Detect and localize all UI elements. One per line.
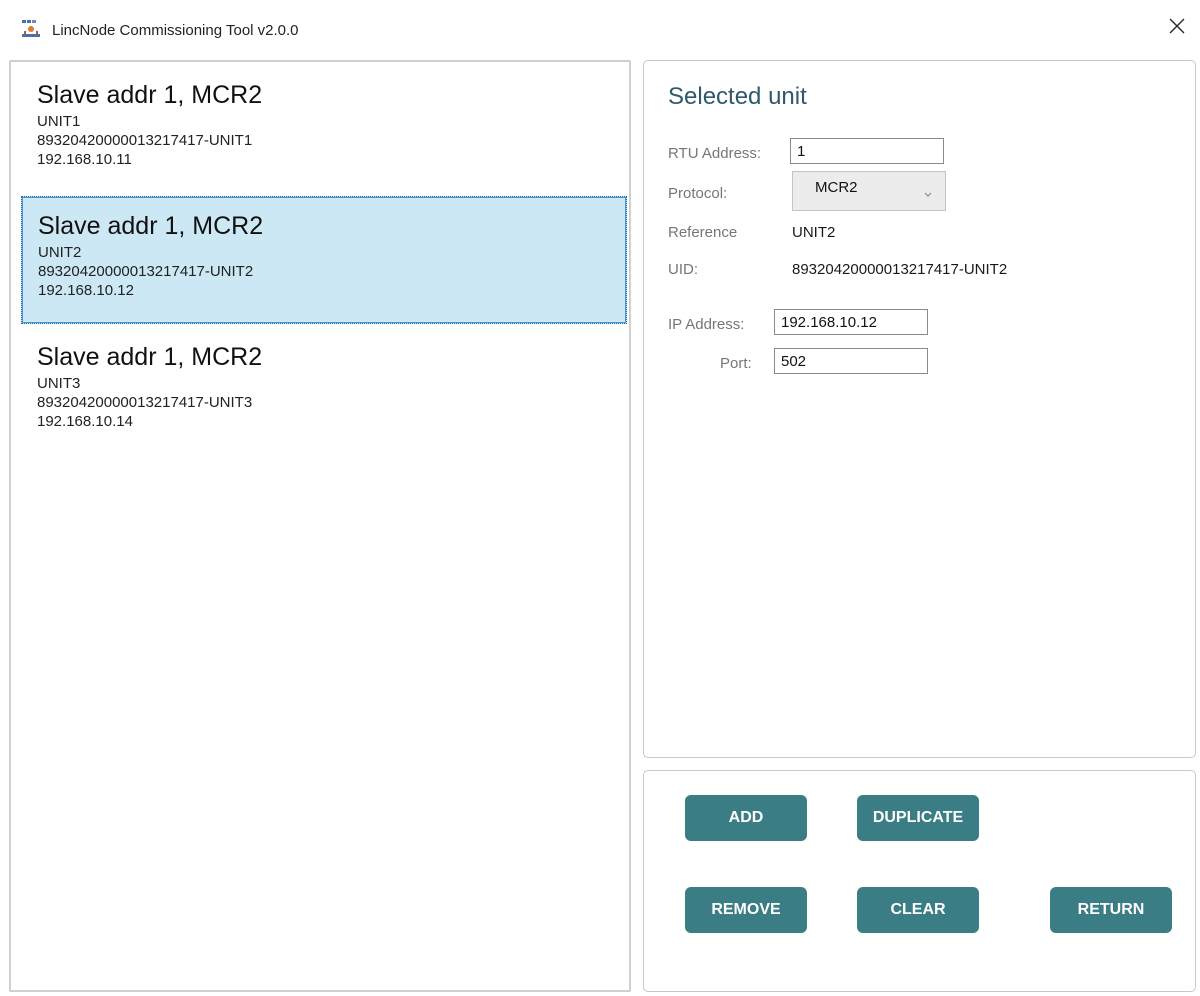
unit-uid: 89320420000013217417-UNIT2 <box>38 263 254 280</box>
return-button[interactable]: RETURN <box>1050 887 1172 933</box>
actions-panel: ADD DUPLICATE REMOVE CLEAR RETURN <box>643 770 1196 992</box>
unit-title: Slave addr 1, MCR2 <box>37 343 263 371</box>
add-button[interactable]: ADD <box>685 795 807 841</box>
protocol-select[interactable]: MCR2 <box>792 171 946 211</box>
port-input[interactable] <box>774 348 928 374</box>
uid-label: UID: <box>668 261 698 278</box>
unit-ip: 192.168.10.14 <box>37 413 133 430</box>
uid-value: 89320420000013217417-UNIT2 <box>792 261 1008 278</box>
protocol-selected-value: MCR2 <box>815 179 858 196</box>
ip-address-input[interactable] <box>774 309 928 335</box>
reference-value: UNIT2 <box>792 224 836 241</box>
rtu-address-input[interactable] <box>790 138 944 164</box>
list-item-unit1[interactable]: Slave addr 1, MCR2 UNIT1 893204200000132… <box>21 66 627 194</box>
unit-title: Slave addr 1, MCR2 <box>38 212 264 240</box>
list-item-unit2[interactable]: Slave addr 1, MCR2 UNIT2 893204200000132… <box>21 196 627 324</box>
ip-address-label: IP Address: <box>668 316 745 333</box>
unit-reference: UNIT2 <box>38 244 82 261</box>
port-label: Port: <box>720 355 752 372</box>
unit-ip: 192.168.10.12 <box>38 282 134 299</box>
list-item-unit3[interactable]: Slave addr 1, MCR2 UNIT3 893204200000132… <box>21 328 627 456</box>
rtu-address-label: RTU Address: <box>668 145 762 162</box>
protocol-label: Protocol: <box>668 185 728 202</box>
unit-uid: 89320420000013217417-UNIT3 <box>37 394 253 411</box>
reference-label: Reference <box>668 224 738 241</box>
selected-unit-panel: Selected unit RTU Address: Protocol: MCR… <box>643 60 1196 758</box>
clear-button[interactable]: CLEAR <box>857 887 979 933</box>
unit-reference: UNIT3 <box>37 375 81 392</box>
remove-button[interactable]: REMOVE <box>685 887 807 933</box>
chevron-down-icon <box>923 186 933 204</box>
unit-title: Slave addr 1, MCR2 <box>37 81 263 109</box>
selected-unit-heading: Selected unit <box>668 83 807 110</box>
unit-uid: 89320420000013217417-UNIT1 <box>37 132 253 149</box>
unit-list[interactable]: Slave addr 1, MCR2 UNIT1 893204200000132… <box>9 60 631 992</box>
unit-ip: 192.168.10.11 <box>37 151 132 168</box>
duplicate-button[interactable]: DUPLICATE <box>857 795 979 841</box>
title-bar: LincNode Commissioning Tool v2.0.0 <box>0 0 1200 56</box>
close-button[interactable] <box>1154 10 1200 46</box>
window-title: LincNode Commissioning Tool v2.0.0 <box>52 22 299 39</box>
unit-reference: UNIT1 <box>37 113 81 130</box>
close-icon <box>1169 18 1185 39</box>
lincnode-logo-icon <box>20 18 42 40</box>
